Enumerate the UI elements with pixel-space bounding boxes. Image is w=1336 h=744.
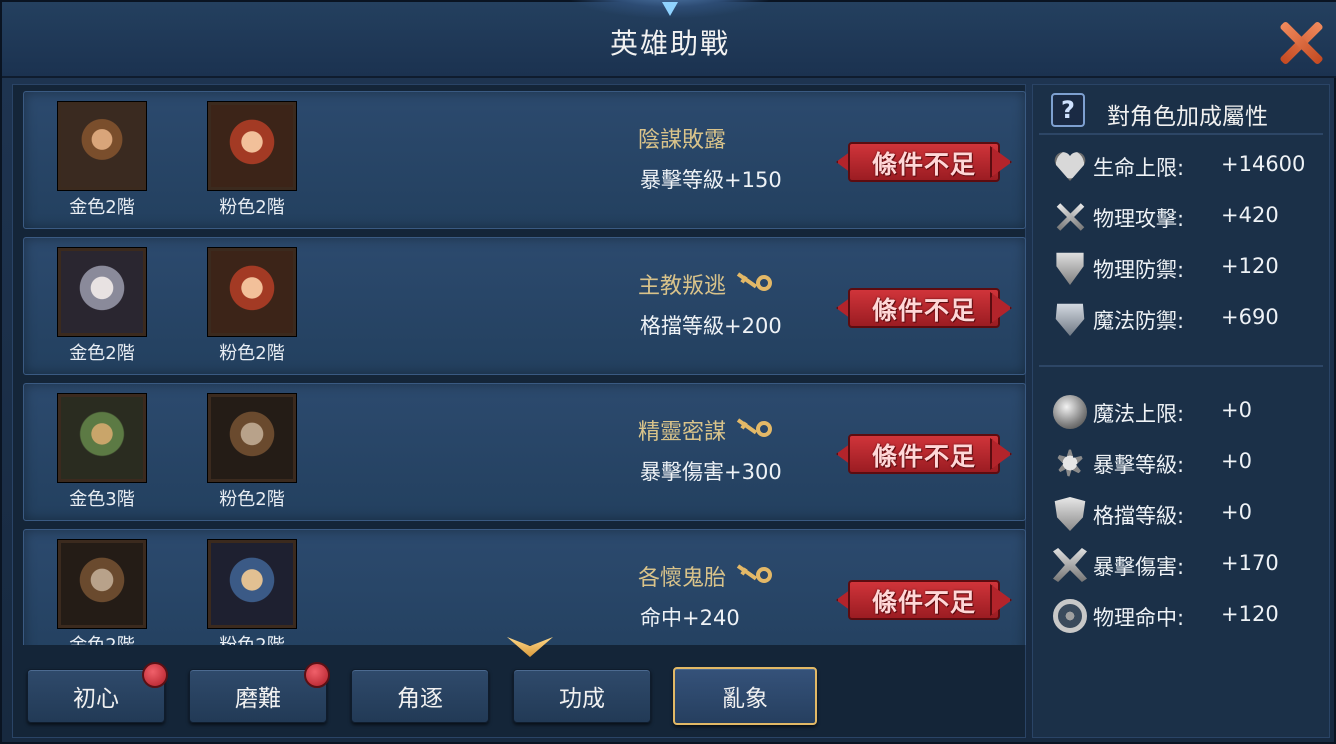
- stat-label: 魔法防禦:: [1093, 309, 1185, 333]
- notification-dot-icon: [304, 662, 330, 688]
- hero-tier-label: 金色2階: [69, 197, 135, 218]
- hero-portrait[interactable]: [208, 248, 296, 336]
- stat-value: +690: [1221, 305, 1279, 329]
- status-badge[interactable]: 條件不足: [836, 282, 1012, 334]
- combo-row: 金色2階 粉色2階 陰謀敗露 暴擊等級+150 條件不足: [23, 91, 1026, 229]
- stat-row: 魔法防禦: +690: [1049, 300, 1319, 340]
- question-icon[interactable]: ?: [1051, 93, 1085, 127]
- hero-portrait[interactable]: [208, 102, 296, 190]
- stat-value: +420: [1221, 203, 1279, 227]
- hero-tier-label: 金色2階: [42, 631, 162, 645]
- side-title: 對角色加成屬性: [1107, 104, 1268, 130]
- magic-shield-icon: [1055, 303, 1085, 336]
- hero-portrait[interactable]: [58, 102, 146, 190]
- hero-tier-label: 粉色2階: [192, 631, 312, 645]
- close-icon[interactable]: [1276, 18, 1326, 68]
- title-bar: 英雄助戰: [2, 0, 1336, 78]
- stat-value: +0: [1221, 449, 1252, 473]
- stat-value: +120: [1221, 602, 1279, 626]
- side-header: ? 對角色加成屬性: [1039, 91, 1323, 131]
- hero-portrait[interactable]: [58, 540, 146, 628]
- divider: [1039, 133, 1323, 135]
- stat-value: +170: [1221, 551, 1279, 575]
- key-icon: [736, 563, 774, 587]
- tab-gongcheng[interactable]: 功成: [513, 669, 651, 723]
- stat-label: 格擋等級:: [1093, 504, 1185, 528]
- stat-row: 格擋等級: +0: [1049, 495, 1319, 535]
- stat-row: 魔法上限: +0: [1049, 393, 1319, 433]
- chapter-tabs: 初心 磨難 角逐 功成 亂象: [27, 662, 1027, 727]
- stat-value: +0: [1221, 398, 1252, 422]
- stat-value: +120: [1221, 254, 1279, 278]
- crossed-blades-icon: [1053, 548, 1087, 582]
- stat-row: 物理攻擊: +420: [1049, 198, 1319, 238]
- hero-tier-label: 粉色2階: [219, 343, 285, 364]
- tab-juezhu[interactable]: 角逐: [351, 669, 489, 723]
- orb-icon: [1053, 395, 1087, 429]
- key-icon: [736, 271, 774, 295]
- stat-row: 物理防禦: +120: [1049, 249, 1319, 289]
- shield-icon: [1056, 252, 1084, 285]
- combo-name-text: 各懷鬼胎: [638, 566, 727, 591]
- combo-name-text: 主教叛逃: [638, 274, 727, 299]
- tab-label: 角逐: [397, 686, 443, 712]
- status-badge-text: 條件不足: [871, 296, 976, 325]
- stat-label: 魔法上限:: [1093, 402, 1185, 426]
- tab-label: 磨難: [235, 686, 281, 712]
- hero-tier-label: 粉色2階: [219, 489, 285, 510]
- stat-row: 物理命中: +120: [1049, 597, 1319, 637]
- hero-tier-label: 金色2階: [69, 343, 135, 364]
- stat-label: 物理攻擊:: [1093, 207, 1185, 231]
- stat-label: 暴擊傷害:: [1093, 555, 1185, 579]
- stat-label: 暴擊等級:: [1093, 453, 1185, 477]
- guard-icon: [1054, 497, 1086, 531]
- hero-assist-window: 英雄助戰 金色2階 粉色2階 陰謀敗露 暴擊等級+150 條件不足 金色2階 粉…: [0, 0, 1336, 744]
- hero-portrait[interactable]: [208, 394, 296, 482]
- stat-label: 物理防禦:: [1093, 258, 1185, 282]
- heart-icon: [1053, 149, 1087, 183]
- target-icon: [1053, 599, 1087, 633]
- combo-name-text: 陰謀敗露: [638, 128, 727, 153]
- tab-label: 亂象: [722, 686, 768, 712]
- tab-label: 初心: [73, 686, 119, 712]
- burst-icon: [1053, 446, 1087, 480]
- status-badge-text: 條件不足: [871, 150, 976, 179]
- notification-dot-icon: [142, 662, 168, 688]
- sword-icon: [1053, 200, 1087, 234]
- stat-label: 生命上限:: [1093, 156, 1185, 180]
- status-badge-text: 條件不足: [871, 588, 976, 617]
- status-badge[interactable]: 條件不足: [836, 428, 1012, 480]
- hero-tier-label: 金色3階: [69, 489, 135, 510]
- divider: [1039, 365, 1323, 367]
- stat-value: +0: [1221, 500, 1252, 524]
- status-badge[interactable]: 條件不足: [836, 136, 1012, 188]
- combo-name-text: 精靈密謀: [638, 420, 727, 445]
- tab-label: 功成: [559, 686, 605, 712]
- hero-tier-label: 粉色2階: [219, 197, 285, 218]
- combo-list-panel: 金色2階 粉色2階 陰謀敗露 暴擊等級+150 條件不足 金色2階 粉色2階 主…: [12, 84, 1026, 738]
- combo-row: 金色2階 粉色2階 各懷鬼胎 命中+240 條件不足: [23, 529, 1026, 645]
- tab-monan[interactable]: 磨難: [189, 662, 330, 723]
- window-title: 英雄助戰: [609, 27, 730, 60]
- key-icon: [736, 417, 774, 441]
- tab-chuxin[interactable]: 初心: [27, 662, 168, 723]
- status-badge[interactable]: 條件不足: [836, 574, 1012, 626]
- combo-row: 金色2階 粉色2階 主教叛逃 格擋等級+200 條件不足: [23, 237, 1026, 375]
- hero-portrait[interactable]: [58, 248, 146, 336]
- combo-row: 金色3階 粉色2階 精靈密謀 暴擊傷害+300 條件不足: [23, 383, 1026, 521]
- stat-label: 物理命中:: [1093, 606, 1185, 630]
- status-badge-text: 條件不足: [871, 442, 976, 471]
- combo-list[interactable]: 金色2階 粉色2階 陰謀敗露 暴擊等級+150 條件不足 金色2階 粉色2階 主…: [23, 91, 1027, 645]
- scroll-down-arrow-icon[interactable]: [507, 637, 553, 663]
- tab-luanxiang[interactable]: 亂象: [673, 667, 817, 725]
- stat-row: 暴擊等級: +0: [1049, 444, 1319, 484]
- stat-row: 生命上限: +14600: [1049, 147, 1319, 187]
- stat-value: +14600: [1221, 152, 1306, 176]
- bonus-attributes-panel: ? 對角色加成屬性 生命上限: +14600 物理攻擊: +420 物理防禦: …: [1032, 84, 1330, 738]
- hero-portrait[interactable]: [208, 540, 296, 628]
- stat-row: 暴擊傷害: +170: [1049, 546, 1319, 586]
- hero-portrait[interactable]: [58, 394, 146, 482]
